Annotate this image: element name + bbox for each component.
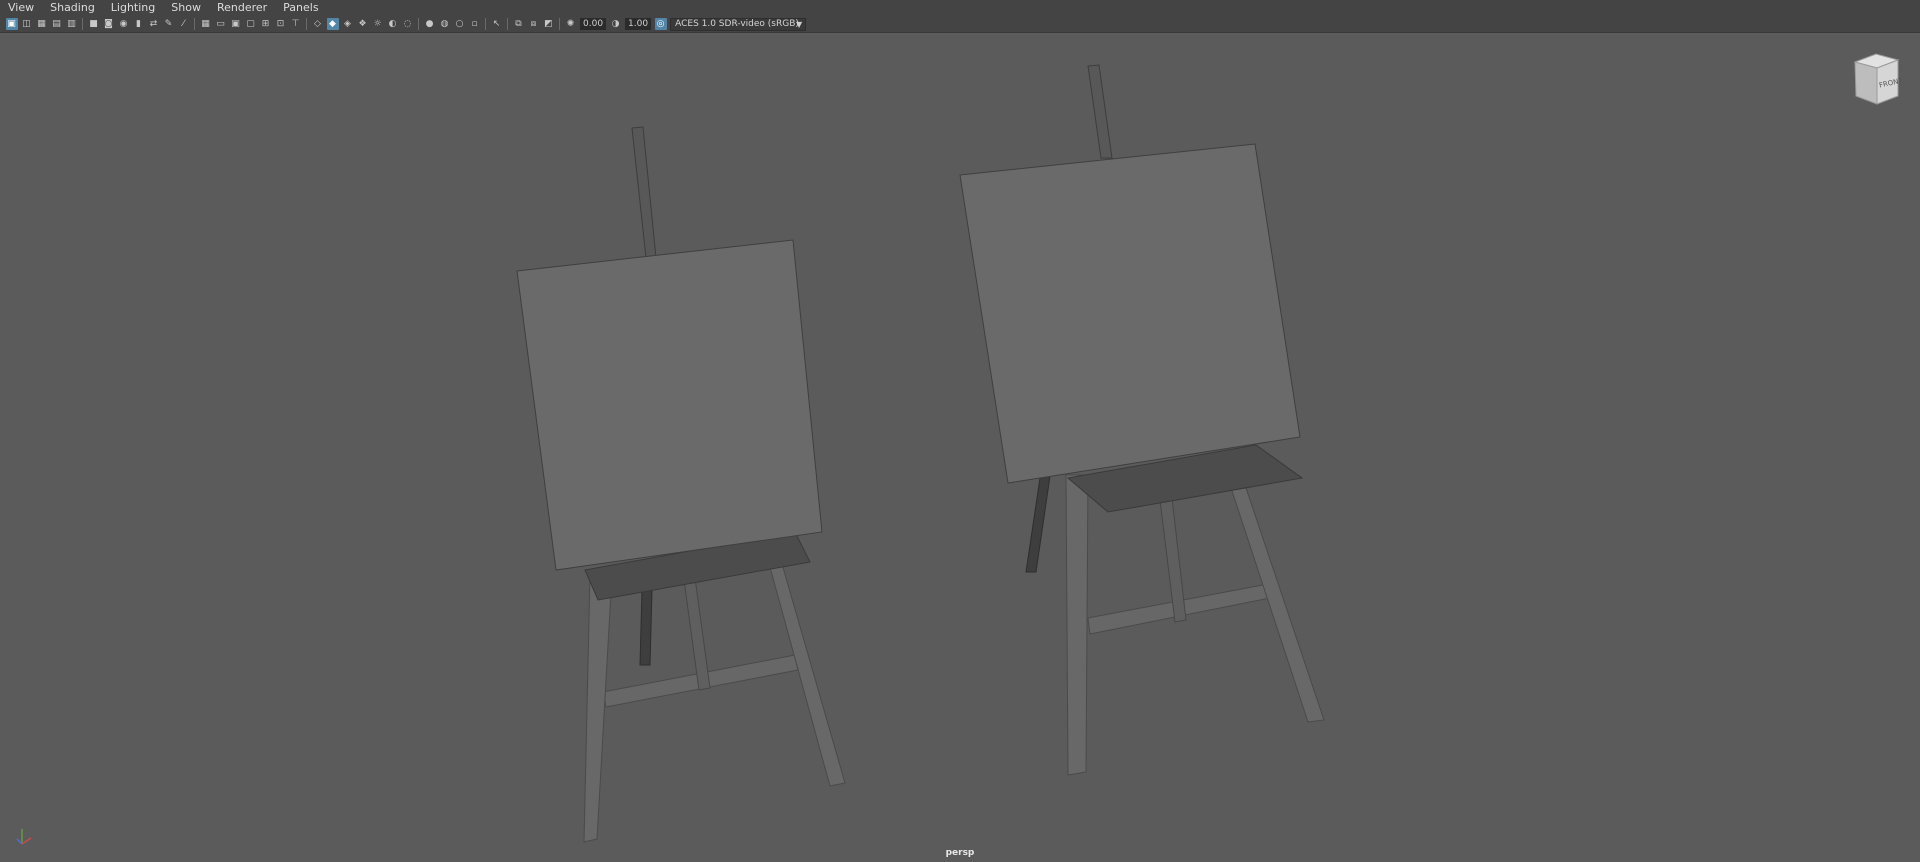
toolbar-separator	[82, 18, 83, 30]
camera-attributes-icon[interactable]: ◫	[21, 18, 33, 30]
draw-icon[interactable]: ⁄	[178, 18, 190, 30]
3d-viewport[interactable]: FRONT persp	[0, 34, 1920, 862]
gamma-icon[interactable]: ◑	[610, 18, 622, 30]
panel-toolbar: ▣ ◫ ▦ ▤ ▥ ■ ◙ ◉ ▮ ⇄ ✎ ⁄ ▦ ▭ ▣ ▢ ⊞ ⊡ ⊤ ◇ …	[0, 16, 1920, 33]
select-highlight-icon[interactable]: ↖	[491, 18, 503, 30]
color-space-dropdown[interactable]: ACES 1.0 SDR-video (sRGB) ▼	[670, 17, 807, 31]
xray-joints-icon[interactable]: ○	[454, 18, 466, 30]
field-chart-icon[interactable]: ⊞	[260, 18, 272, 30]
two-d-pan-icon[interactable]: ▥	[66, 18, 78, 30]
exposure-field[interactable]: 0.00	[580, 18, 607, 30]
textured-icon[interactable]: ❖	[357, 18, 369, 30]
toolbar-separator	[418, 18, 419, 30]
color-management-icon[interactable]: ◎	[654, 18, 667, 30]
xray-components-icon[interactable]: ▫	[469, 18, 481, 30]
smooth-shade-icon[interactable]: ◆	[326, 18, 339, 30]
menu-view[interactable]: View	[0, 0, 42, 16]
xray-icon[interactable]: ◍	[439, 18, 451, 30]
pan-tool-icon[interactable]: ⇄	[148, 18, 160, 30]
toolbar-separator	[507, 18, 508, 30]
select-camera-icon[interactable]: ▣	[5, 18, 18, 30]
resolution-gate-icon[interactable]: ▣	[230, 18, 242, 30]
safe-action-icon[interactable]: ⊡	[275, 18, 287, 30]
toolbar-separator	[306, 18, 307, 30]
use-all-lights-icon[interactable]: ☼	[372, 18, 384, 30]
color-space-label: ACES 1.0 SDR-video (sRGB)	[675, 18, 799, 29]
easel-left-canvas	[516, 239, 823, 571]
view-cube[interactable]: FRONT	[1853, 53, 1904, 105]
menu-panels[interactable]: Panels	[275, 0, 326, 16]
wireframe-on-shaded-icon[interactable]: ◈	[342, 18, 354, 30]
camera-label: persp	[946, 848, 975, 858]
stereo-icon[interactable]: ⧈	[528, 18, 540, 30]
image-plane-icon[interactable]: ▤	[51, 18, 63, 30]
chevron-down-icon: ▼	[795, 19, 803, 29]
safe-title-icon[interactable]: ⊤	[290, 18, 302, 30]
menu-lighting[interactable]: Lighting	[103, 0, 163, 16]
gamma-field[interactable]: 1.00	[625, 18, 652, 30]
film-gate-icon[interactable]: ▭	[215, 18, 227, 30]
viewport-background	[0, 34, 1920, 862]
menu-show[interactable]: Show	[163, 0, 209, 16]
camera-lock-icon[interactable]: ◙	[103, 18, 115, 30]
movie-camera-icon[interactable]: ■	[88, 18, 100, 30]
grease-pencil-icon[interactable]: ✎	[163, 18, 175, 30]
grid-icon[interactable]: ▦	[200, 18, 212, 30]
ambient-occlusion-icon[interactable]: ◌	[402, 18, 414, 30]
menu-shading[interactable]: Shading	[42, 0, 103, 16]
shadows-icon[interactable]: ◐	[387, 18, 399, 30]
bookmark-icon[interactable]: ▦	[36, 18, 48, 30]
panel-menubar: View Shading Lighting Show Renderer Pane…	[0, 0, 1920, 16]
toolbar-separator	[485, 18, 486, 30]
wireframe-icon[interactable]: ◇	[312, 18, 324, 30]
toolbar-separator	[194, 18, 195, 30]
easel-right-front-leg-left	[1065, 474, 1089, 776]
camera-sequence-icon[interactable]: ◉	[118, 18, 130, 30]
menu-renderer[interactable]: Renderer	[209, 0, 275, 16]
easel-left-rear-post	[639, 589, 653, 666]
bookmark-flag-icon[interactable]: ▮	[133, 18, 145, 30]
toolbar-separator	[559, 18, 560, 30]
exposure-adjust-icon[interactable]: ◩	[543, 18, 555, 30]
isolate-select-icon[interactable]: ●	[424, 18, 436, 30]
exposure-icon[interactable]: ✺	[565, 18, 577, 30]
easel-right-canvas	[959, 143, 1301, 484]
gate-mask-icon[interactable]: ▢	[245, 18, 257, 30]
multi-view-icon[interactable]: ⧉	[513, 18, 525, 30]
